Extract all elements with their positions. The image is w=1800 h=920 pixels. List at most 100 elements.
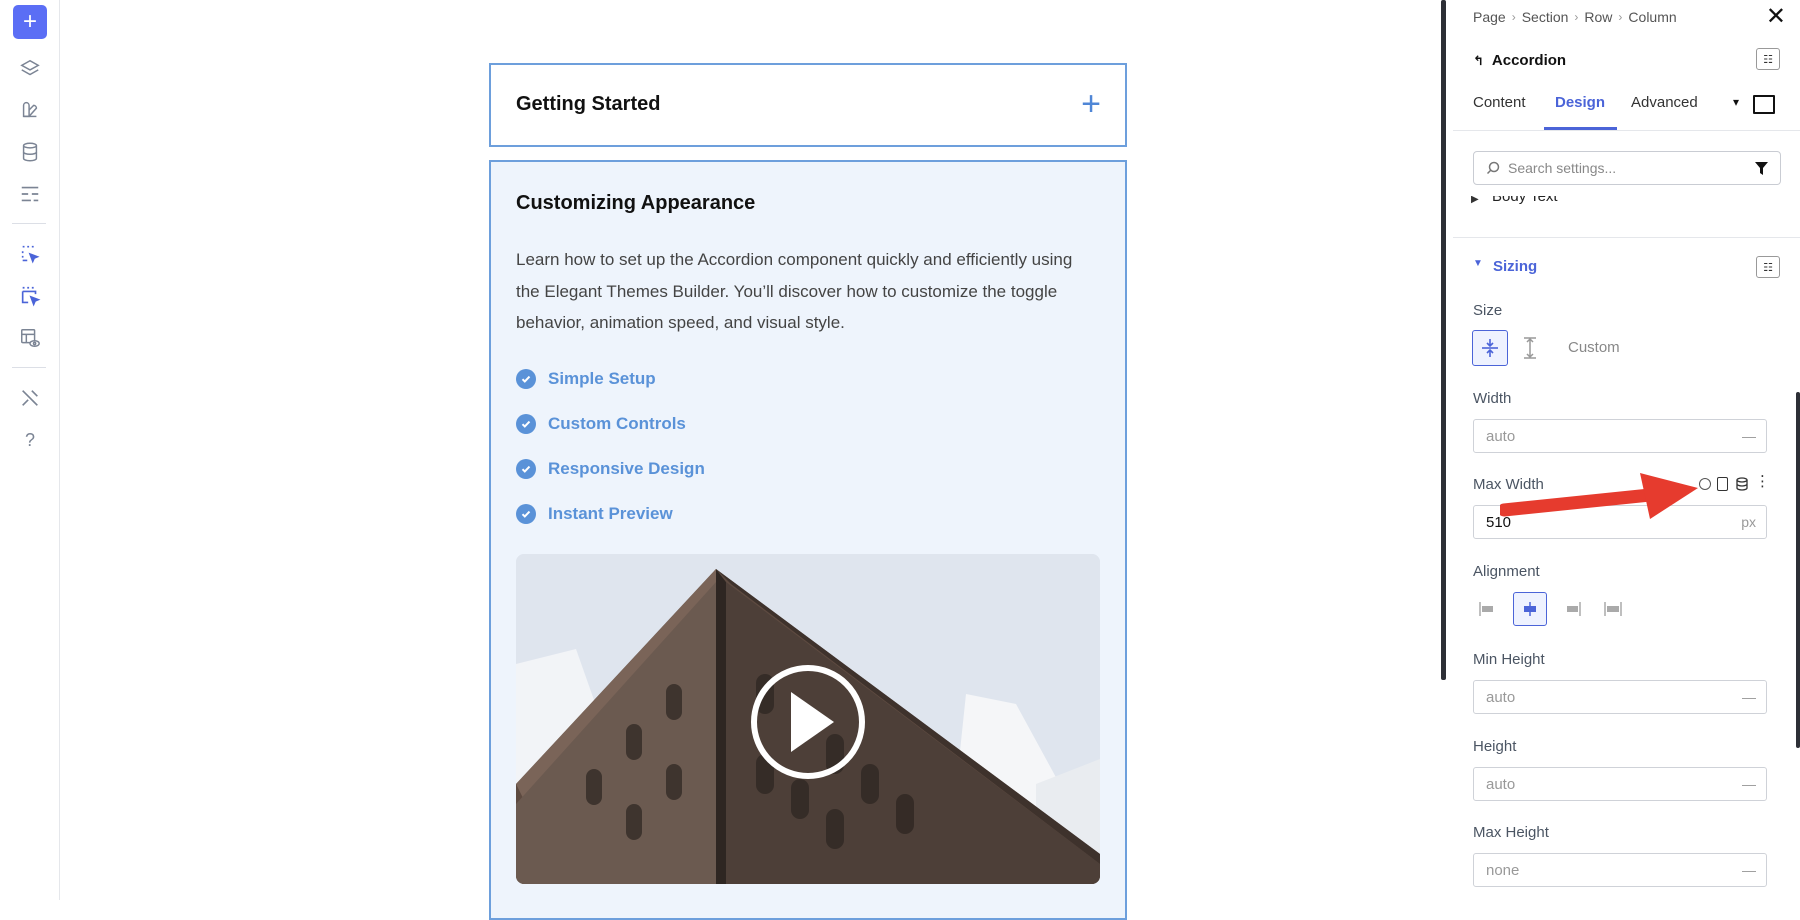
max-height-value: none <box>1486 861 1520 879</box>
check-circle-icon <box>516 504 536 524</box>
accordion-title[interactable]: Getting Started <box>516 93 660 116</box>
breadcrumb: Page › Section › Row › Column <box>1473 9 1677 25</box>
accordion-item-open[interactable]: Customizing Appearance Learn how to set … <box>489 160 1127 920</box>
layers-icon[interactable] <box>14 53 46 85</box>
feature-label: Instant Preview <box>548 504 673 523</box>
align-justify-button[interactable] <box>1596 592 1630 626</box>
size-fit-button[interactable] <box>1472 330 1508 366</box>
section-title-sizing[interactable]: Sizing <box>1493 258 1537 275</box>
height-field[interactable]: auto — <box>1473 767 1767 801</box>
accordion-item-closed[interactable]: Getting Started + <box>489 63 1127 147</box>
max-width-unit[interactable]: px <box>1741 514 1756 530</box>
preview-icon[interactable] <box>14 322 46 354</box>
module-title: ↰ Accordion <box>1473 52 1566 69</box>
check-circle-icon <box>516 459 536 479</box>
chevron-right-icon: › <box>1511 10 1516 24</box>
preset-settings-icon[interactable]: ☷ <box>1756 48 1780 70</box>
feature-item: Instant Preview <box>516 502 673 526</box>
breadcrumb-column[interactable]: Column <box>1628 9 1676 25</box>
filter-icon[interactable] <box>1755 162 1768 175</box>
min-height-label: Min Height <box>1473 651 1545 668</box>
tab-design[interactable]: Design <box>1555 94 1605 111</box>
max-height-field[interactable]: none — <box>1473 853 1767 887</box>
video-thumbnail[interactable] <box>516 554 1100 884</box>
chevron-right-icon: › <box>1574 10 1579 24</box>
module-title-text: Accordion <box>1491 52 1567 69</box>
modules-icon[interactable] <box>14 94 46 126</box>
check-circle-icon <box>516 414 536 434</box>
size-stretch-button[interactable] <box>1512 330 1548 366</box>
caret-right-icon: ▶ <box>1471 196 1479 205</box>
feature-item: Custom Controls <box>516 412 686 436</box>
align-left-icon <box>1479 602 1493 616</box>
expand-plus-icon[interactable]: + <box>1081 87 1101 121</box>
panel-tabs: Content Design Advanced ▾ <box>1453 85 1800 131</box>
more-options-icon[interactable]: ⋮ <box>1755 474 1770 489</box>
size-custom-button[interactable]: Custom <box>1568 339 1620 356</box>
chevron-right-icon: › <box>1618 10 1623 24</box>
max-height-unit: — <box>1742 862 1756 878</box>
alignment-label: Alignment <box>1473 563 1540 580</box>
feature-item: Responsive Design <box>516 457 705 481</box>
search-icon <box>1486 161 1500 175</box>
tab-content[interactable]: Content <box>1473 94 1526 111</box>
select-icon[interactable] <box>14 238 46 270</box>
feature-label: Simple Setup <box>548 369 656 388</box>
caret-down-icon[interactable]: ▼ <box>1473 258 1483 269</box>
width-field[interactable]: auto — <box>1473 419 1767 453</box>
layout-icon[interactable] <box>14 178 46 210</box>
align-right-icon <box>1567 602 1581 616</box>
check-circle-icon <box>516 369 536 389</box>
align-right-button[interactable] <box>1556 592 1590 626</box>
panel-scrollbar[interactable] <box>1796 392 1800 748</box>
settings-panel: Page › Section › Row › Column ✕ ↰ Accord… <box>1453 0 1800 900</box>
section-title-body-text: Body Text <box>1492 196 1558 205</box>
align-justify-icon <box>1604 602 1622 616</box>
annotation-arrow <box>1500 473 1698 519</box>
align-center-icon <box>1524 602 1536 616</box>
min-height-unit: — <box>1742 689 1756 705</box>
height-label: Height <box>1473 738 1517 755</box>
search-input[interactable]: Search settings... <box>1473 151 1781 185</box>
breadcrumb-page[interactable]: Page <box>1473 9 1506 25</box>
device-desktop-icon[interactable] <box>1753 95 1775 114</box>
builder-canvas: Getting Started + Customizing Appearance… <box>60 0 1440 920</box>
accordion-title[interactable]: Customizing Appearance <box>516 192 755 215</box>
toolbar-divider <box>12 223 46 224</box>
feature-label: Responsive Design <box>548 459 705 478</box>
align-center-button[interactable] <box>1513 592 1547 626</box>
accordion-body-text: Learn how to set up the Accordion compon… <box>516 250 1073 332</box>
active-tab-indicator <box>1544 127 1617 130</box>
tools-icon[interactable] <box>14 382 46 414</box>
feature-item: Simple Setup <box>516 367 656 391</box>
height-value: auto <box>1486 775 1516 793</box>
body-text-section[interactable]: ▶ Body Text <box>1453 196 1800 214</box>
width-unit: — <box>1742 428 1756 444</box>
multi-select-icon[interactable] <box>14 280 46 312</box>
dynamic-content-icon[interactable] <box>1736 477 1748 491</box>
left-toolbar: + ? <box>0 0 60 900</box>
align-left-button[interactable] <box>1470 592 1504 626</box>
width-label: Width <box>1473 390 1512 407</box>
min-height-field[interactable]: auto — <box>1473 680 1767 714</box>
back-arrow-icon[interactable]: ↰ <box>1473 53 1484 69</box>
size-label: Size <box>1473 302 1503 319</box>
stretch-height-icon <box>1524 337 1536 359</box>
panel-divider[interactable] <box>1441 0 1446 680</box>
min-height-value: auto <box>1486 688 1516 706</box>
copy-icon[interactable] <box>1717 477 1728 491</box>
close-icon[interactable]: ✕ <box>1766 5 1786 29</box>
section-divider <box>1453 237 1800 238</box>
toolbar-divider <box>12 367 46 368</box>
add-icon[interactable]: + <box>13 5 47 39</box>
search-placeholder: Search settings... <box>1508 160 1617 176</box>
tab-advanced[interactable]: Advanced <box>1631 94 1698 111</box>
max-height-label: Max Height <box>1473 824 1549 841</box>
breadcrumb-section[interactable]: Section <box>1522 9 1569 25</box>
help-icon[interactable]: ? <box>14 424 46 456</box>
database-icon[interactable] <box>14 136 46 168</box>
feature-label: Custom Controls <box>548 414 686 433</box>
caret-down-icon[interactable]: ▾ <box>1733 95 1739 109</box>
section-options-icon[interactable]: ☷ <box>1756 256 1780 278</box>
breadcrumb-row[interactable]: Row <box>1584 9 1612 25</box>
